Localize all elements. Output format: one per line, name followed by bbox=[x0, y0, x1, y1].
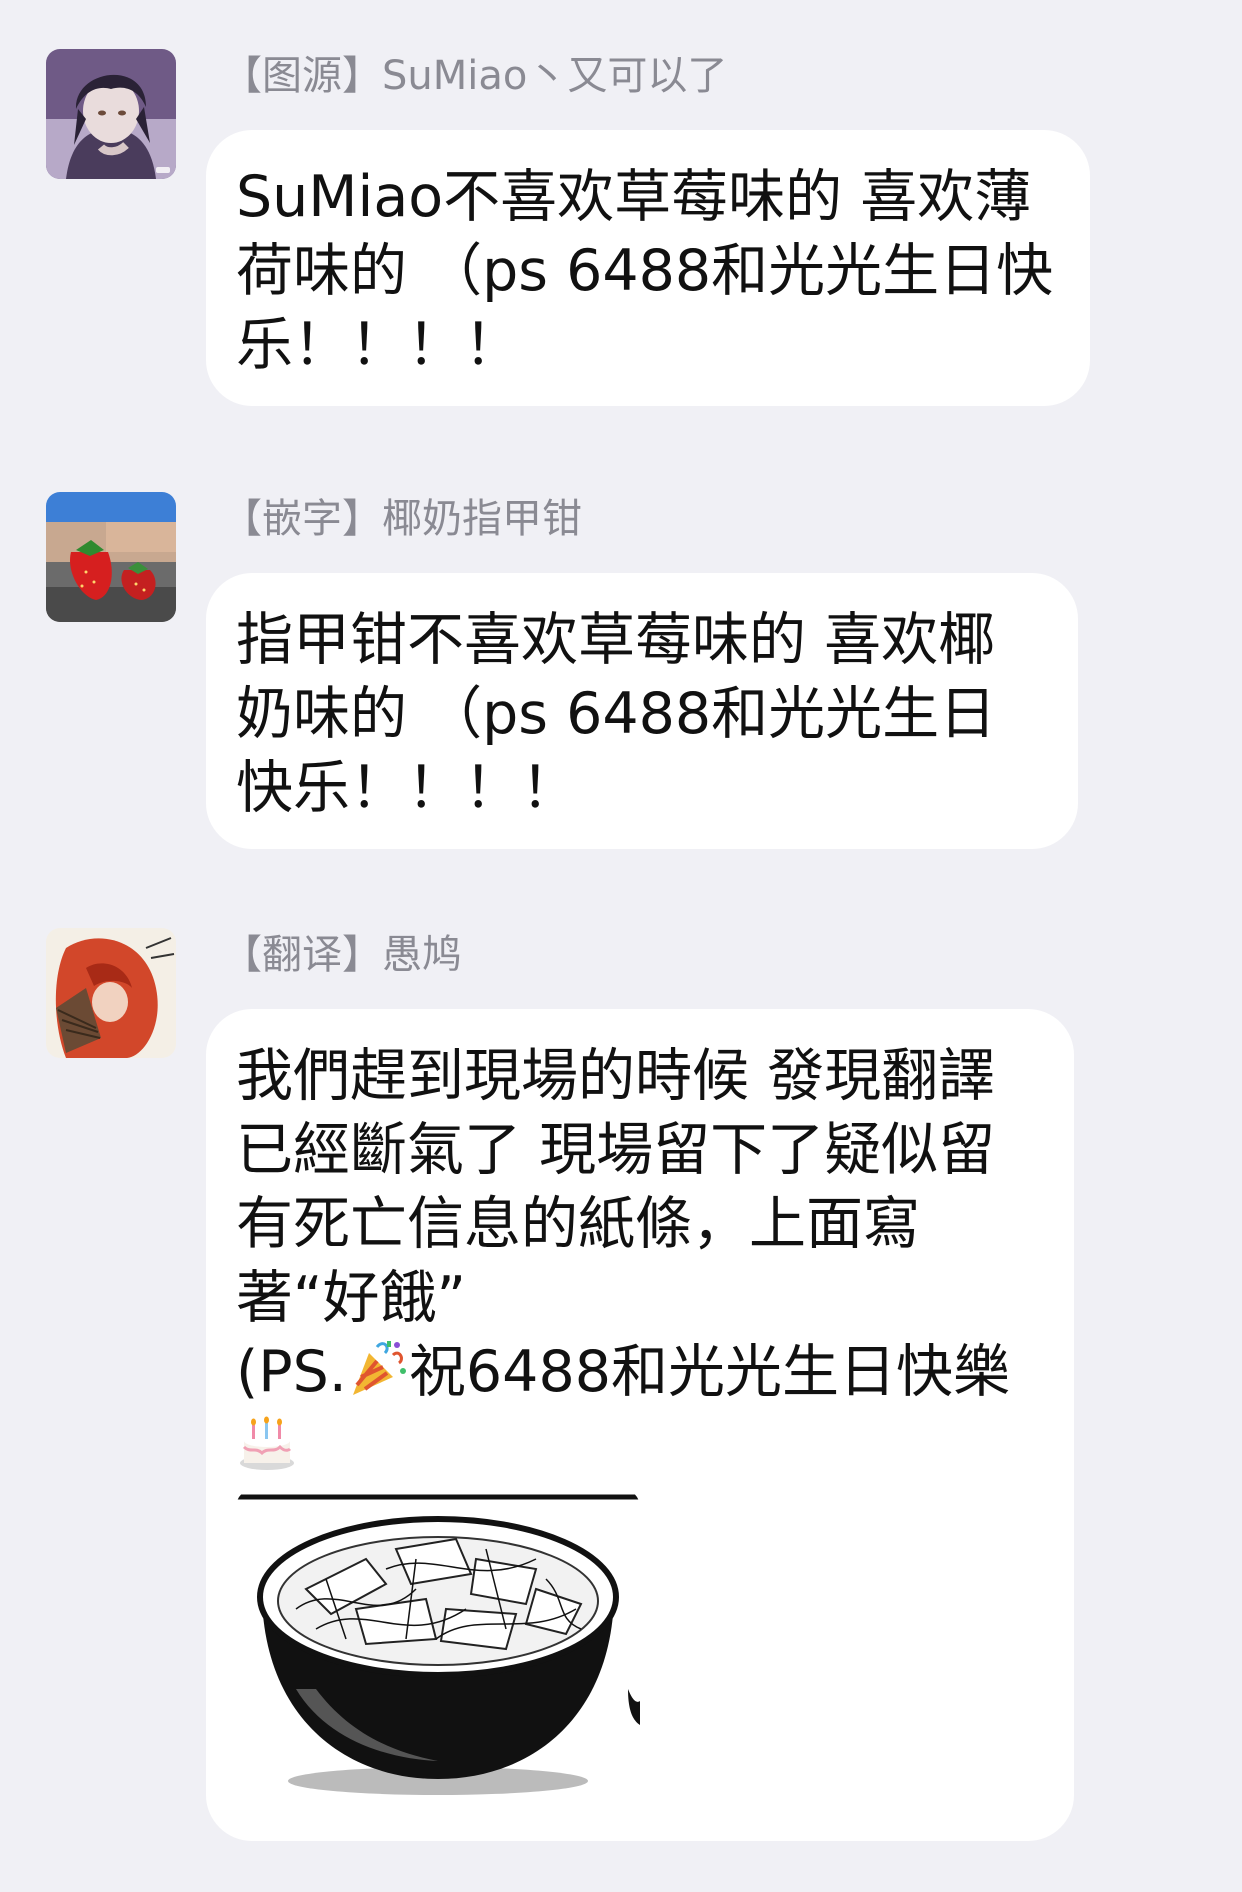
message-text-prefix: (PS. bbox=[236, 1339, 347, 1405]
message-bubble[interactable]: 指甲钳不喜欢草莓味的 喜欢椰奶味的 （ps 6488和光光生日快乐！！！！ bbox=[206, 573, 1078, 849]
sender-name: 【嵌字】椰奶指甲钳 bbox=[222, 496, 582, 542]
avatar-red-haired-character-icon[interactable] bbox=[46, 928, 176, 1058]
sender-name: 【图源】SuMiao丶又可以了 bbox=[222, 53, 728, 99]
manga-ramen-bowl-image[interactable] bbox=[236, 1489, 640, 1799]
party-popper-emoji bbox=[347, 1337, 409, 1399]
birthday-cake-emoji bbox=[236, 1411, 298, 1473]
message-text: 指甲钳不喜欢草莓味的 喜欢椰奶味的 （ps 6488和光光生日快乐！！！！ bbox=[236, 607, 997, 821]
message-bubble[interactable]: 我們趕到現場的時候 發現翻譯已經斷氣了 現場留下了疑似留有死亡信息的紙條，上面寫… bbox=[206, 1009, 1074, 1841]
avatar-strawberry-photo-icon[interactable] bbox=[46, 492, 176, 622]
avatar-dark-haired-character-icon[interactable] bbox=[46, 49, 176, 179]
message-text: 我們趕到現場的時候 發現翻譯已經斷氣了 現場留下了疑似留有死亡信息的紙條，上面寫… bbox=[236, 1039, 1044, 1483]
message-text: SuMiao不喜欢草莓味的 喜欢薄荷味的 （ps 6488和光光生日快乐！！！！ bbox=[236, 164, 1054, 378]
message-bubble[interactable]: SuMiao不喜欢草莓味的 喜欢薄荷味的 （ps 6488和光光生日快乐！！！！ bbox=[206, 130, 1090, 406]
message-text-line: 我們趕到現場的時候 發現翻譯已經斷氣了 現場留下了疑似留有死亡信息的紙條，上面寫… bbox=[236, 1043, 996, 1331]
message-text-suffix: 祝6488和光光生日快樂 bbox=[408, 1339, 1010, 1405]
sender-name: 【翻译】愚鸠 bbox=[222, 932, 462, 978]
